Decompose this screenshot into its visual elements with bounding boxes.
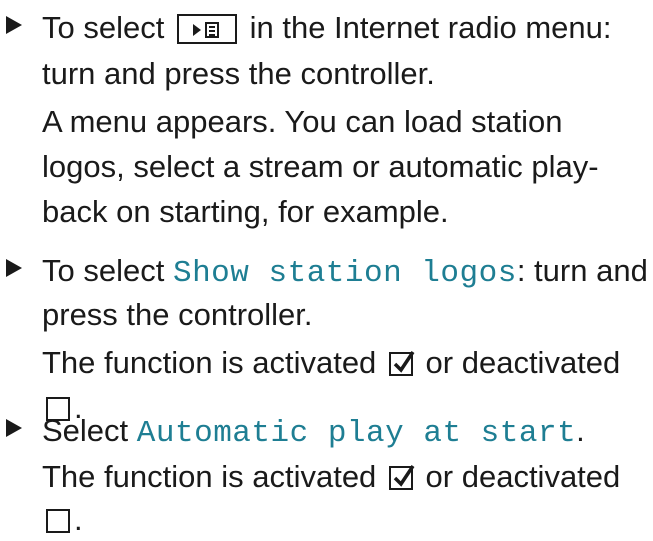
step-2-line-3: The function is activated or deactivated (42, 345, 621, 380)
bullet-arrow-icon (6, 419, 22, 437)
step-3-line-2: The function is activated or deactivated (42, 459, 621, 494)
bullet-arrow-icon (6, 259, 22, 277)
menu-item-show-station-logos: Show station logos (172, 256, 517, 291)
checked-checkbox-icon (388, 465, 415, 490)
step-1-line-5: back on starting, for example. (42, 194, 449, 229)
unchecked-checkbox-icon (46, 509, 70, 533)
step-3-line-1: Select Automatic play at start. (42, 413, 585, 451)
checked-checkbox-icon (388, 351, 415, 376)
step-2-line-1: To select Show station logos: turn and (42, 253, 648, 291)
step-2-line-2: press the controller. (42, 297, 313, 332)
menu-item-automatic-play-at-start: Automatic play at start (136, 416, 577, 451)
step-1-line-2: turn and press the controller. (42, 56, 435, 91)
step-1-line-4: logos, select a stream or automatic play… (42, 149, 599, 184)
play-list-icon (176, 14, 237, 44)
bullet-arrow-icon (6, 16, 22, 34)
step-3-line-3: . (42, 498, 83, 541)
step-1-line-1: To select in the Internet radio menu: (42, 10, 612, 45)
step-1-line-3: A menu appears. You can load station (42, 104, 563, 139)
